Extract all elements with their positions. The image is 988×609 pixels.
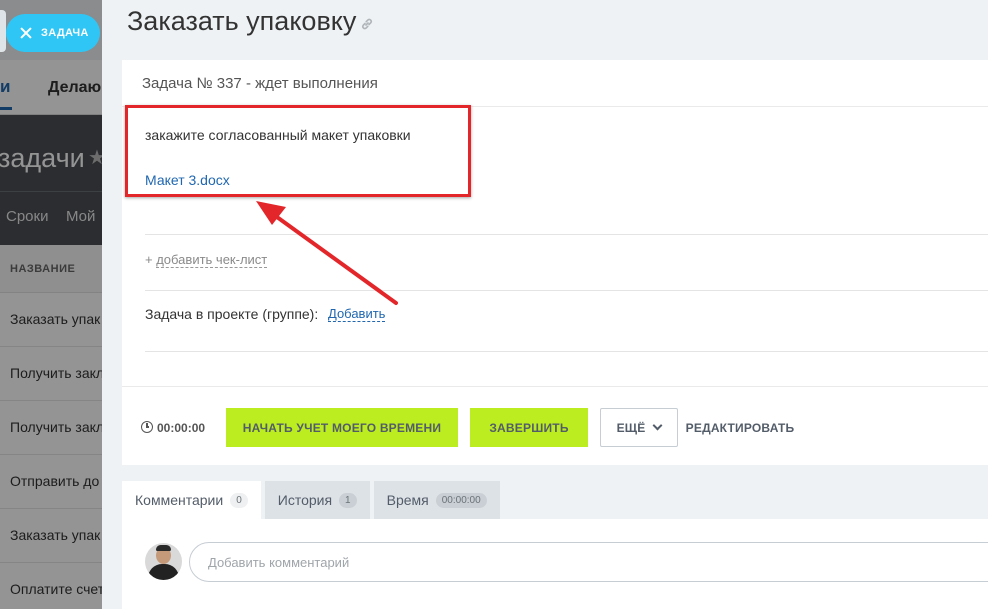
tab-time[interactable]: Время 00:00:00	[373, 481, 500, 519]
close-slider-button[interactable]: ЗАДАЧА	[6, 14, 100, 52]
task-tabs: Комментарии 0 История 1 Время 00:00:00	[122, 481, 504, 519]
add-checklist-link[interactable]: + добавить чек-лист	[145, 252, 268, 268]
chevron-down-icon	[652, 420, 663, 431]
tab-count-badge: 0	[230, 492, 248, 508]
link-icon[interactable]	[360, 17, 374, 31]
tab-count-badge: 1	[339, 492, 357, 508]
comment-input[interactable]	[189, 542, 988, 582]
highlight-box	[125, 105, 471, 197]
tab-comments[interactable]: Комментарии 0	[122, 481, 261, 519]
divider	[145, 351, 988, 352]
background-task-list: и Делаю задачи ★ Сроки Мой НАЗВАНИЕ Зака…	[0, 0, 102, 609]
tab-label: История	[277, 492, 333, 508]
finish-button[interactable]: ЗАВЕРШИТЬ	[470, 408, 588, 447]
task-header: Задача № 337 - ждет выполнения	[122, 60, 988, 107]
more-button[interactable]: ЕЩЁ	[600, 408, 678, 447]
task-footer: 00:00:00 НАЧАТЬ УЧЕТ МОЕГО ВРЕМЕНИ ЗАВЕР…	[122, 386, 988, 465]
page-title: Заказать упаковку	[127, 6, 357, 36]
dim-overlay	[0, 0, 102, 609]
close-icon	[20, 27, 32, 39]
avatar-body	[148, 564, 179, 580]
divider	[145, 234, 988, 235]
tab-count-badge: 00:00:00	[435, 492, 487, 508]
tab-label: Комментарии	[135, 492, 224, 508]
start-time-tracking-button[interactable]: НАЧАТЬ УЧЕТ МОЕГО ВРЕМЕНИ	[226, 408, 458, 447]
more-button-label: ЕЩЁ	[616, 420, 646, 435]
close-slider-label: ЗАДАЧА	[41, 27, 89, 39]
tab-label: Время	[386, 492, 429, 508]
avatar-hair	[156, 545, 171, 551]
plus-icon: +	[145, 252, 153, 267]
timer-value: 00:00:00	[157, 421, 206, 435]
project-add-link[interactable]: Добавить	[328, 306, 386, 322]
divider	[145, 290, 988, 291]
add-checklist-label: добавить чек-лист	[156, 252, 268, 268]
tab-history[interactable]: История 1	[264, 481, 370, 519]
task-card: Задача № 337 - ждет выполнения закажите …	[122, 60, 988, 465]
edit-button[interactable]: РЕДАКТИРОВАТЬ	[686, 408, 794, 447]
avatar	[145, 543, 182, 580]
task-panel: Заказать упаковку Задача № 337 - ждет вы…	[102, 0, 988, 609]
comments-area	[122, 519, 988, 609]
project-label: Задача в проекте (группе):	[145, 306, 319, 322]
clock-icon	[141, 421, 153, 433]
